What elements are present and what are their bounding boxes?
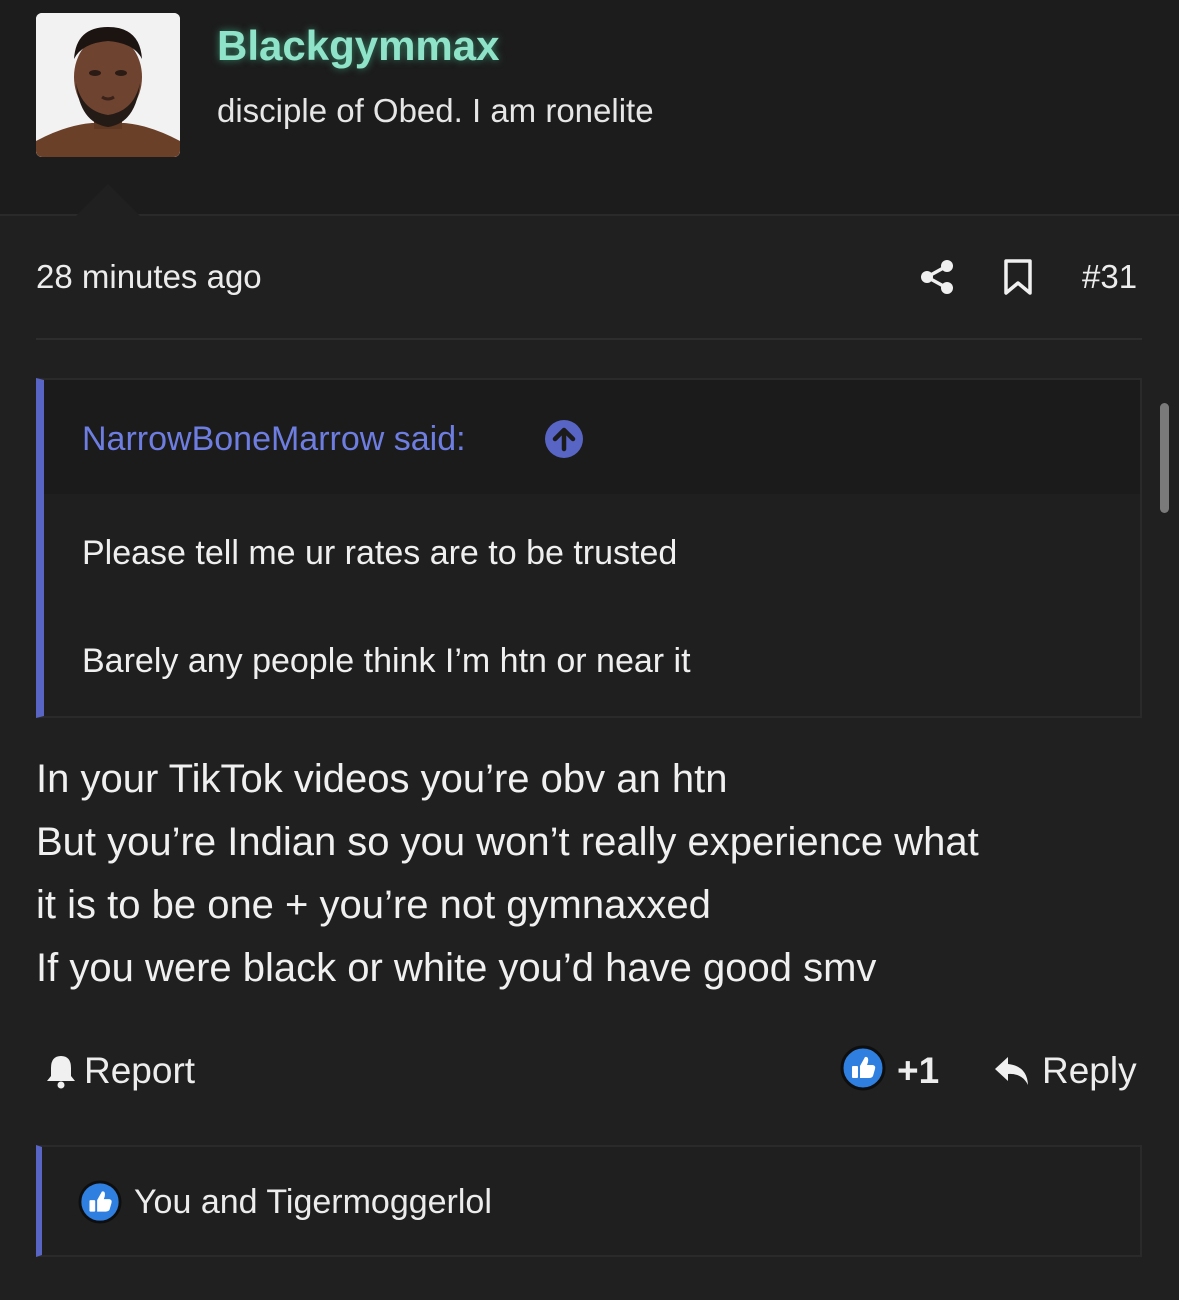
thumbs-up-icon — [78, 1180, 122, 1224]
quote-author[interactable]: NarrowBoneMarrow said: — [82, 420, 466, 459]
quote-text-line: Barely any people think I’m htn or near … — [82, 642, 691, 680]
user-header: Blackgymmax disciple of Obed. I am ronel… — [0, 0, 1179, 218]
divider — [36, 338, 1142, 340]
post-text-line: In your TikTok videos you’re obv an htn — [36, 757, 728, 801]
reply-label: Reply — [1042, 1050, 1137, 1091]
reactions-bar[interactable]: You and Tigermoggerlol — [36, 1145, 1142, 1257]
arrow-up-circle-icon[interactable] — [544, 419, 584, 459]
report-button[interactable]: Report — [44, 1048, 195, 1094]
thumbs-up-icon[interactable] — [840, 1045, 886, 1091]
avatar[interactable] — [36, 13, 180, 157]
quote-header: NarrowBoneMarrow said: — [44, 380, 1140, 494]
reactions-text[interactable]: You and Tigermoggerlol — [134, 1183, 492, 1222]
quote-block: NarrowBoneMarrow said: Please tell me ur… — [36, 378, 1142, 718]
bookmark-icon[interactable] — [1002, 258, 1034, 296]
post-number-link[interactable]: #31 — [1082, 258, 1137, 296]
scrollbar-thumb[interactable] — [1160, 403, 1169, 513]
reply-button[interactable]: Reply — [992, 1048, 1137, 1094]
like-count: +1 — [897, 1050, 940, 1091]
user-title: disciple of Obed. I am ronelite — [217, 92, 654, 129]
forum-post-page: Blackgymmax disciple of Obed. I am ronel… — [0, 0, 1179, 1300]
header-pointer — [74, 184, 142, 218]
post-text-line: But you’re Indian so you won’t really ex… — [36, 820, 979, 864]
post-text-line: it is to be one + you’re not gymnaxxed — [36, 883, 711, 927]
post-timestamp[interactable]: 28 minutes ago — [36, 258, 262, 296]
reply-arrow-icon — [992, 1054, 1032, 1088]
report-label: Report — [84, 1050, 196, 1091]
post-body: In your TikTok videos you’re obv an htn … — [36, 748, 1136, 1000]
bell-icon — [44, 1053, 78, 1089]
username[interactable]: Blackgymmax — [217, 22, 500, 70]
post-text-line: If you were black or white you’d have go… — [36, 946, 877, 990]
quote-text-line: Please tell me ur rates are to be truste… — [82, 534, 678, 572]
share-icon[interactable] — [918, 258, 956, 296]
